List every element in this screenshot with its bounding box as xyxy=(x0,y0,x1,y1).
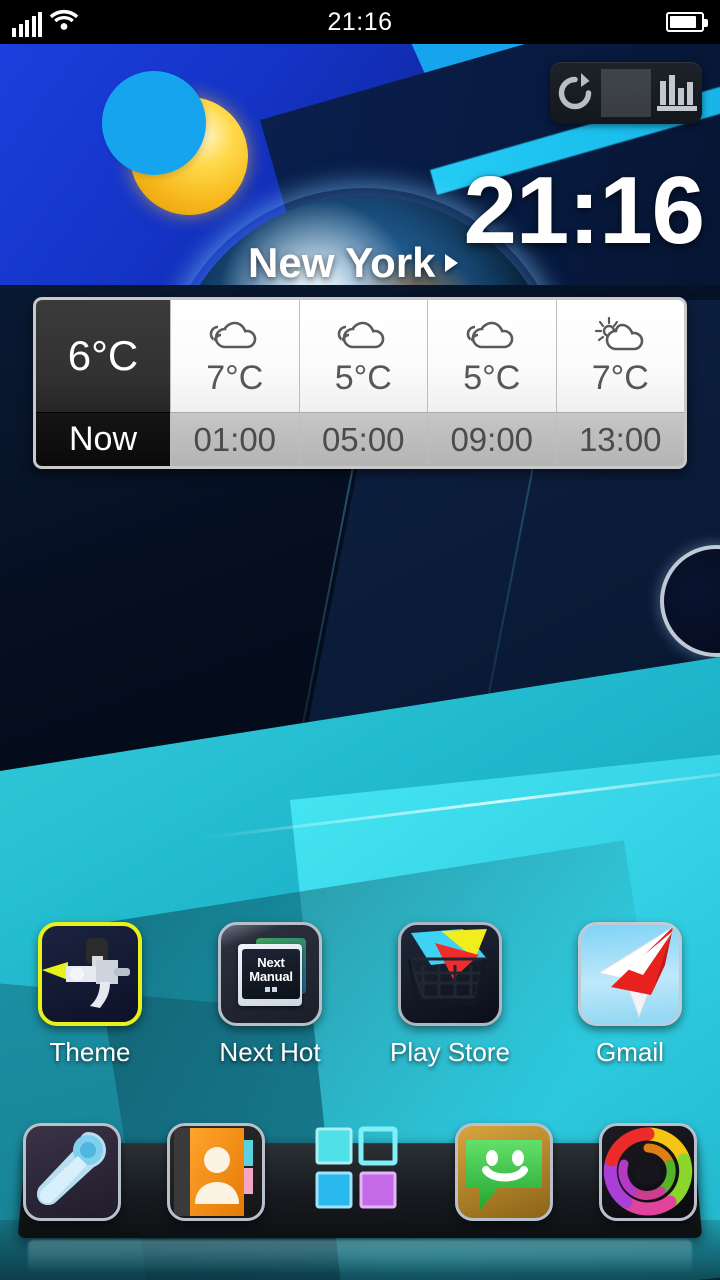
folder-icon[interactable]: Next Manual xyxy=(218,922,322,1026)
status-bar: 21:16 xyxy=(0,0,720,44)
chevron-right-icon xyxy=(444,254,458,272)
app-play-store[interactable]: Play Store xyxy=(360,922,540,1068)
weather-cell-1[interactable]: 7°C 01:00 xyxy=(170,300,299,466)
dock-item-messaging[interactable] xyxy=(432,1120,576,1224)
weather-time: Now xyxy=(36,412,170,466)
cloudy-icon xyxy=(335,315,391,357)
cloudy-icon xyxy=(464,315,520,357)
clock-widget-time[interactable]: 21:16 xyxy=(463,163,705,259)
clock-widget-city[interactable]: New York xyxy=(248,239,458,287)
weather-time: 13:00 xyxy=(556,412,684,466)
app-theme[interactable]: Theme xyxy=(0,922,180,1068)
app-drawer-icon[interactable] xyxy=(311,1123,409,1221)
refresh-icon[interactable] xyxy=(550,62,601,124)
app-label: Gmail xyxy=(596,1037,664,1067)
dock-item-app-drawer[interactable] xyxy=(288,1120,432,1224)
weather-cell-4[interactable]: 7°C 13:00 xyxy=(555,300,684,466)
spray-gun-icon[interactable] xyxy=(38,922,142,1026)
weather-temp: 5°C xyxy=(463,358,521,397)
weather-temp: 7°C xyxy=(206,358,264,397)
crescent-moon-icon xyxy=(102,71,248,215)
city-label: New York xyxy=(248,239,436,286)
rainbow-swirl-icon[interactable] xyxy=(599,1123,697,1221)
weather-cell-2[interactable]: 5°C 05:00 xyxy=(298,300,427,466)
app-gmail[interactable]: Gmail xyxy=(540,922,720,1068)
weather-time: 01:00 xyxy=(171,412,299,466)
app-grid: Theme Next Manual Next Hot Play Store Gm… xyxy=(0,922,720,1068)
toolbox-widget[interactable] xyxy=(550,62,702,124)
phone-handset-icon[interactable] xyxy=(23,1123,121,1221)
dock xyxy=(0,1108,720,1280)
battery-icon xyxy=(666,12,708,32)
partly-sunny-icon xyxy=(592,315,648,357)
dock-item-phone[interactable] xyxy=(0,1120,144,1224)
bar-chart-icon[interactable] xyxy=(651,62,702,124)
weather-time: 05:00 xyxy=(299,412,427,466)
app-label: Play Store xyxy=(390,1037,510,1067)
grid-dots-icon xyxy=(265,986,277,992)
shopping-cart-icon[interactable] xyxy=(398,922,502,1026)
weather-widget[interactable]: 6°C Now 7°C 01:00 5°C 05:00 5°C 09:00 7°… xyxy=(33,297,687,469)
app-label: Next Hot xyxy=(219,1037,321,1067)
dock-item-launcher[interactable] xyxy=(576,1120,720,1224)
dock-item-contacts[interactable] xyxy=(144,1120,288,1224)
folder-card-line2: Manual xyxy=(249,969,293,984)
folder-card-line1: Next xyxy=(257,955,285,971)
weather-cell-now[interactable]: 6°C Now xyxy=(36,300,170,466)
smiley-message-icon[interactable] xyxy=(455,1123,553,1221)
cloudy-icon xyxy=(207,315,263,357)
app-label: Theme xyxy=(49,1037,131,1067)
weather-temp: 6°C xyxy=(67,332,139,379)
contacts-book-icon[interactable] xyxy=(167,1123,265,1221)
weather-cell-3[interactable]: 5°C 09:00 xyxy=(427,300,556,466)
weather-temp: 5°C xyxy=(334,358,392,397)
app-next-hot[interactable]: Next Manual Next Hot xyxy=(180,922,360,1068)
status-bar-clock: 21:16 xyxy=(327,7,393,36)
paper-plane-icon[interactable] xyxy=(578,922,682,1026)
home-screen: 21:16 21:16 New York 6°C Now 7°C 01:00 5… xyxy=(0,0,720,1280)
weather-temp: 7°C xyxy=(591,358,649,397)
weather-time: 09:00 xyxy=(428,412,556,466)
